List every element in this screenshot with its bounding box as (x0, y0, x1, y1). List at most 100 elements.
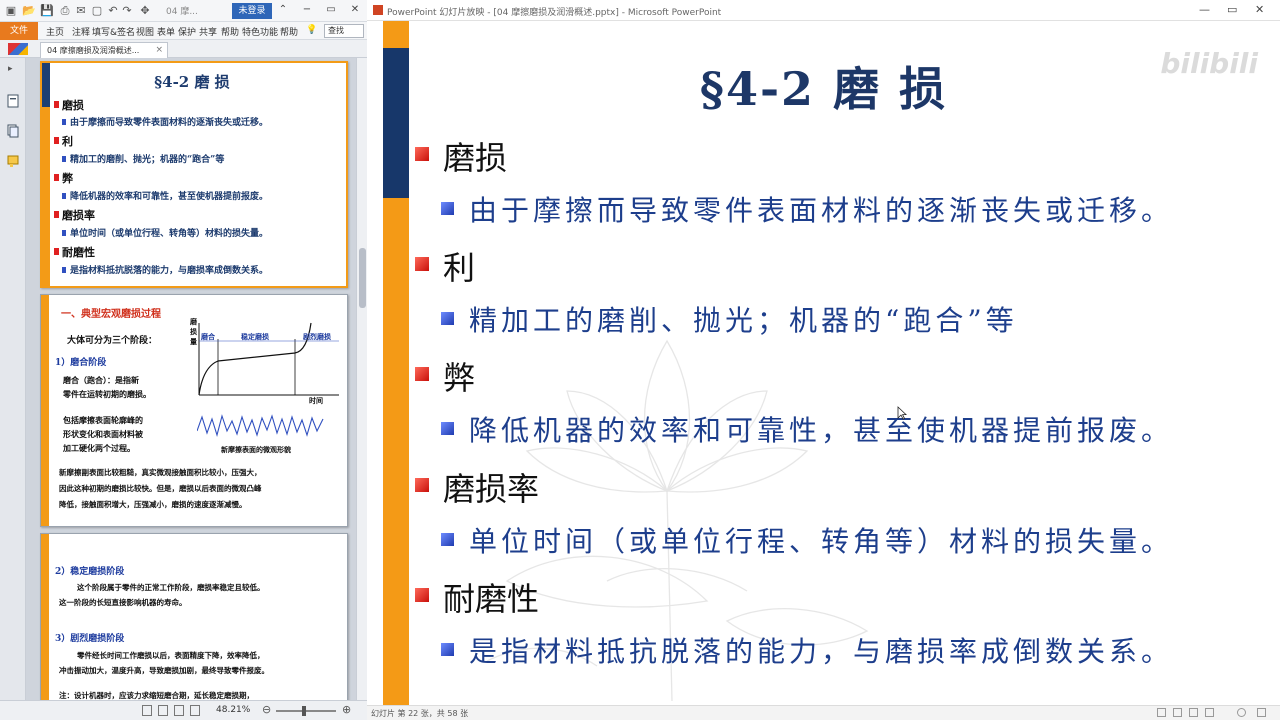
red-bullet-icon (415, 588, 429, 602)
powerpoint-window: PowerPoint 幻灯片放映 - [04 摩擦磨损及润滑概述.pptx] -… (367, 0, 1280, 720)
thumb-subitem: 降低机器的效率和可靠性，甚至使机器提前报废。 (62, 189, 268, 202)
bookmark-icon[interactable] (7, 94, 19, 108)
maximize-icon[interactable]: ▭ (324, 3, 338, 17)
diagram-ylabel: 损 (190, 327, 197, 336)
comments-icon[interactable] (7, 154, 19, 168)
diagram-region-label: 稳定磨损 (241, 332, 269, 341)
redo-icon[interactable]: ↷ (120, 4, 134, 18)
zoom-slider[interactable] (276, 710, 336, 712)
thumb-text: 这个阶段属于零件的正常工作阶段，磨损率稳定且较低。 (77, 583, 265, 592)
undo-icon[interactable]: ↶ (106, 4, 120, 18)
thumb-stage: 1）磨合阶段 (55, 358, 107, 368)
slide-heading: 弊 (443, 359, 476, 397)
page-thumbnail[interactable]: 2）稳定磨损阶段 这个阶段属于零件的正常工作阶段，磨损率稳定且较低。 这一阶段的… (40, 533, 348, 700)
sorter-view-icon[interactable] (1173, 708, 1182, 717)
fit-window-icon[interactable] (1257, 708, 1266, 717)
side-panel-icons: ▸ (0, 58, 26, 700)
menu-home[interactable]: 主页 (46, 25, 64, 38)
thumb-text: 降低，接触面积增大，压强减小，磨损的速度逐渐减慢。 (59, 500, 247, 509)
print-icon[interactable]: ⎙ (58, 4, 72, 18)
normal-view-icon[interactable] (1157, 708, 1166, 717)
new-icon[interactable]: ▢ (90, 4, 104, 18)
menu-view[interactable]: 视图 (136, 25, 154, 38)
zoom-icon[interactable] (1237, 708, 1246, 717)
ppt-status-bar: 幻灯片 第 22 张，共 58 张 (367, 705, 1280, 720)
thumb-text: 冲击振动加大，温度升高，导致磨损加剧，最终导致零件报废。 (59, 666, 269, 675)
single-page-icon[interactable] (142, 705, 152, 716)
thumb-heading: 磨损率 (54, 207, 95, 223)
accent-strip (41, 295, 49, 526)
thumb-text: 这一阶段的长短直接影响机器的寿命。 (59, 598, 187, 607)
menu-fill-sign[interactable]: 填写&签名 (92, 25, 135, 38)
thumb-heading: 一、典型宏观磨损过程 (61, 309, 161, 320)
thumb-heading: 磨损 (54, 97, 84, 113)
search-input[interactable]: 查找 (324, 24, 364, 38)
thumb-heading: 弊 (54, 170, 73, 186)
tab-close-icon[interactable]: × (155, 43, 163, 58)
lightbulb-icon[interactable]: 💡 (306, 25, 317, 35)
two-page-icon[interactable] (174, 705, 184, 716)
hand-tool-icon[interactable]: ✥ (138, 4, 152, 18)
login-button[interactable]: 未登录 (232, 3, 272, 19)
thumbnail-scrollbar[interactable] (356, 58, 367, 700)
app-brand-icon (8, 43, 28, 55)
close-icon[interactable]: ✕ (1255, 3, 1264, 16)
slide-subitem: 降低机器的效率和可靠性，甚至使机器提前报废。 (469, 414, 1174, 447)
menu-protect[interactable]: 保护 (178, 25, 196, 38)
zoom-slider-handle[interactable] (302, 706, 306, 716)
zoom-out-icon[interactable]: ⊖ (262, 703, 271, 716)
powerpoint-icon (373, 5, 383, 15)
reading-view-icon[interactable] (1189, 708, 1198, 717)
thumbnails-icon[interactable] (7, 124, 19, 138)
open-icon[interactable]: 📂 (22, 4, 36, 18)
save-icon[interactable]: 💾 (40, 4, 54, 18)
ribbon-toggle-icon[interactable]: ⌃ (276, 3, 290, 17)
thumb-text: 新摩擦副表面比较粗糙，真实微观接触面积比较小，压强大， (59, 468, 262, 477)
red-bullet-icon (415, 257, 429, 271)
thumb-text: 大体可分为三个阶段： (67, 336, 158, 346)
slide-canvas[interactable]: bilibili §4-2 磨 损 磨损 由于摩擦而导致零件表面材料的逐渐丧失或… (367, 21, 1280, 705)
diagram-caption: 新摩擦表面的微观形貌 (221, 445, 291, 454)
zoom-in-icon[interactable]: ⊕ (342, 703, 351, 716)
menu-help-2[interactable]: 帮助 (280, 25, 298, 38)
blue-bullet-icon (441, 643, 454, 656)
accent-strip (41, 534, 49, 700)
red-bullet-icon (415, 478, 429, 492)
collapse-panel-icon[interactable]: ▸ (8, 64, 13, 74)
menu-comment[interactable]: 注释 (72, 25, 90, 38)
minimize-icon[interactable]: − (300, 3, 314, 17)
slide-subitem: 单位时间（或单位行程、转角等）材料的损失量。 (469, 525, 1174, 558)
blue-bullet-icon (441, 533, 454, 546)
thumb-heading: 耐磨性 (54, 244, 95, 260)
document-tab[interactable]: 04 摩擦磨损及润滑概述... × (40, 42, 168, 58)
scrollbar-thumb[interactable] (359, 248, 366, 308)
thumb-text: 零件在运转初期的磨损。 (63, 389, 151, 399)
mouse-cursor-icon (897, 406, 907, 420)
ribbon-menu: 文件 主页 注释 填写&签名 视图 表单 保护 共享 帮助 特色功能 帮助 💡 … (0, 22, 367, 40)
red-bullet-icon (415, 147, 429, 161)
continuous-page-icon[interactable] (158, 705, 168, 716)
menu-features[interactable]: 特色功能 (242, 25, 278, 38)
thumb-text: 因此这种初期的磨损比较快。但是，磨损以后表面的微观凸峰 (59, 484, 262, 493)
diagram-ylabel: 量 (190, 337, 197, 346)
accent-strip (383, 198, 409, 705)
menu-help-1[interactable]: 帮助 (221, 25, 239, 38)
thumb-stage: 3）剧烈磨损阶段 (55, 634, 125, 644)
thumb-subitem: 是指材料抵抗脱落的能力，与磨损率成倒数关系。 (62, 263, 268, 276)
file-menu[interactable]: 文件 (0, 22, 38, 40)
fit-page-icon[interactable] (190, 705, 200, 716)
accent-strip (42, 107, 50, 286)
mail-icon[interactable]: ✉ (74, 4, 88, 18)
menu-form[interactable]: 表单 (157, 25, 175, 38)
page-thumbnail[interactable]: 一、典型宏观磨损过程 大体可分为三个阶段： 1）磨合阶段 磨合（跑合）：是指新 … (40, 294, 348, 527)
thumb-text: 注：设计机器时，应该力求缩短磨合期，延长稳定磨损期， (59, 691, 254, 700)
maximize-icon[interactable]: ▭ (1227, 3, 1237, 16)
close-icon[interactable]: ✕ (348, 3, 362, 17)
thumb-subitem: 精加工的磨削、抛光；机器的“跑合”等 (62, 152, 224, 165)
slideshow-view-icon[interactable] (1205, 708, 1214, 717)
page-thumbnail-current[interactable]: §4-2 磨 损 磨损 由于摩擦而导致零件表面材料的逐渐丧失或迁移。 利 精加工… (40, 61, 348, 288)
slide-heading: 利 (443, 249, 476, 287)
menu-share[interactable]: 共享 (199, 25, 217, 38)
minimize-icon[interactable]: — (1199, 3, 1210, 16)
slide-heading: 耐磨性 (443, 580, 540, 618)
